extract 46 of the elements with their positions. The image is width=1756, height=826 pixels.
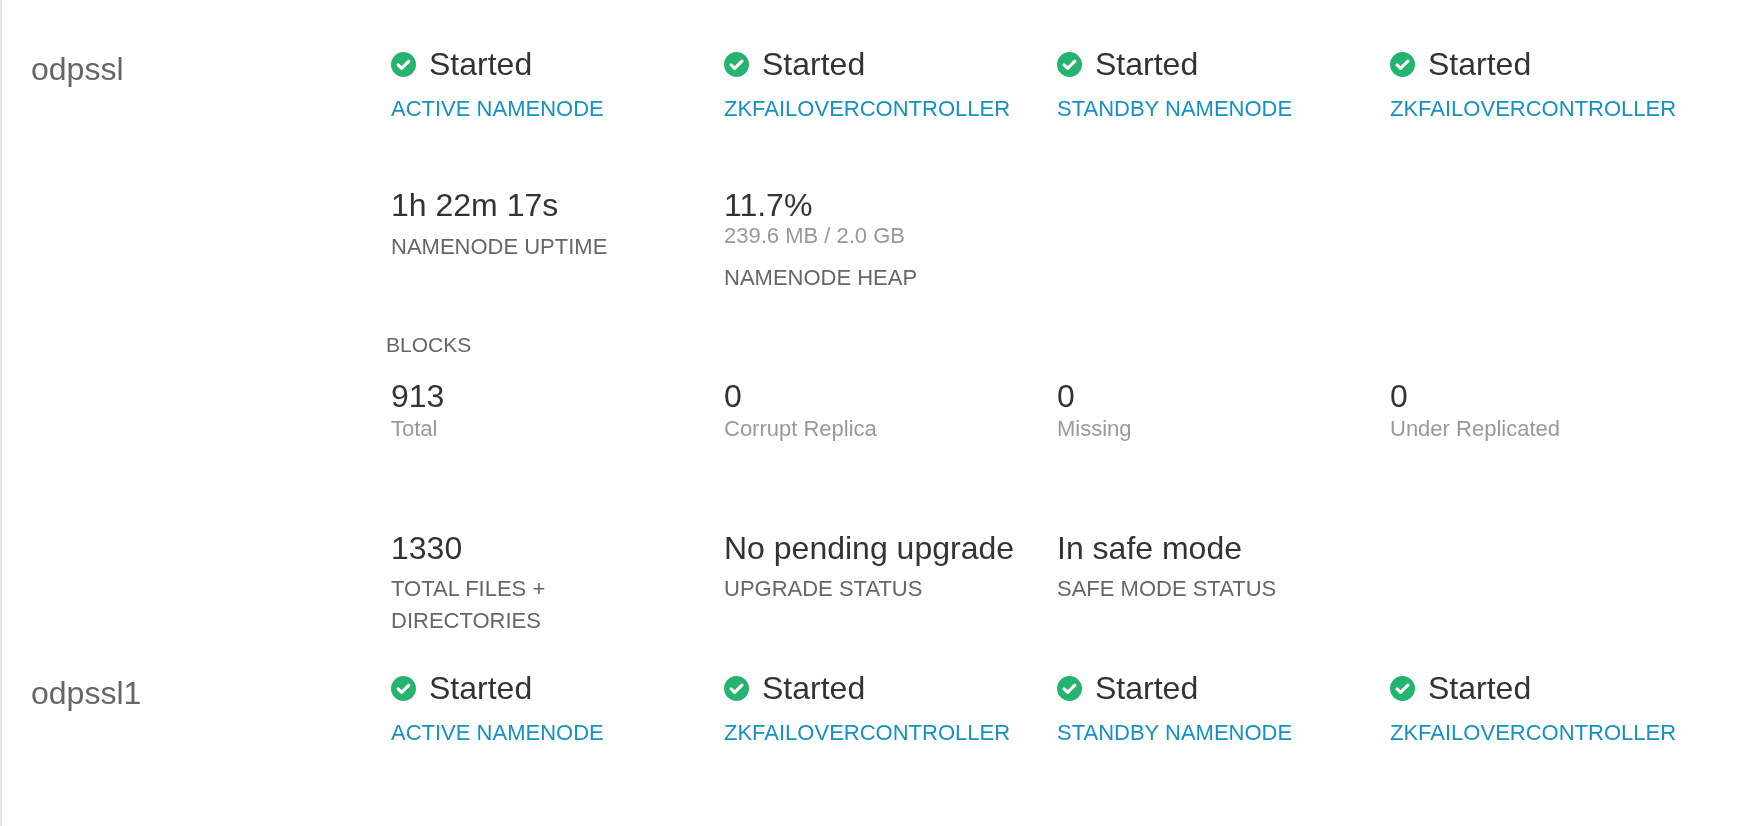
summary-label: UPGRADE STATUS	[724, 575, 923, 603]
host-name: odpssl1	[31, 675, 142, 711]
check-circle-icon	[1390, 51, 1415, 77]
metric-value: 1h 22m 17s	[391, 187, 559, 223]
check-circle-icon	[724, 675, 749, 701]
status-text: Started	[762, 669, 866, 708]
check-circle-icon	[391, 675, 416, 701]
component-link[interactable]: ACTIVE NAMENODE	[391, 719, 604, 747]
block-label: Total	[391, 416, 438, 442]
block-label: Corrupt Replica	[724, 416, 877, 442]
component-link[interactable]: ZKFAILOVERCONTROLLER	[724, 95, 1011, 123]
check-circle-icon	[391, 51, 416, 77]
metric-label: NAMENODE UPTIME	[391, 233, 608, 261]
block-count: 0	[724, 378, 742, 414]
summary-value: In safe mode	[1057, 530, 1242, 566]
component-link[interactable]: ZKFAILOVERCONTROLLER	[1390, 95, 1677, 123]
block-label: Missing	[1057, 416, 1132, 442]
component-link[interactable]: STANDBY NAMENODE	[1057, 95, 1293, 123]
block-count: 0	[1390, 378, 1408, 414]
block-count: 913	[391, 378, 445, 414]
status-text: Started	[1428, 669, 1532, 708]
summary-value: 1330	[391, 530, 463, 566]
status-text: Started	[1428, 45, 1532, 84]
check-circle-icon	[1390, 675, 1415, 701]
component-link[interactable]: ZKFAILOVERCONTROLLER	[724, 719, 1011, 747]
status-text: Started	[1095, 45, 1199, 84]
component-link[interactable]: ACTIVE NAMENODE	[391, 95, 604, 123]
check-circle-icon	[1057, 675, 1082, 701]
summary-value: No pending upgrade	[724, 530, 1014, 566]
summary-label: TOTAL FILES + DIRECTORIES	[391, 575, 547, 635]
status-text: Started	[429, 45, 533, 84]
metric-value: 11.7%	[724, 187, 813, 223]
status-text: Started	[429, 669, 533, 708]
check-circle-icon	[1057, 51, 1082, 77]
host-name: odpssl	[31, 51, 124, 87]
component-link[interactable]: ZKFAILOVERCONTROLLER	[1390, 719, 1677, 747]
block-count: 0	[1057, 378, 1075, 414]
metric-label: NAMENODE HEAP	[724, 264, 918, 292]
component-link[interactable]: STANDBY NAMENODE	[1057, 719, 1293, 747]
check-circle-icon	[724, 51, 749, 77]
section-title: BLOCKS	[386, 332, 472, 358]
status-text: Started	[762, 45, 866, 84]
metric-detail: 239.6 MB / 2.0 GB	[724, 223, 905, 249]
status-text: Started	[1095, 669, 1199, 708]
summary-label: SAFE MODE STATUS	[1057, 575, 1277, 603]
block-label: Under Replicated	[1390, 416, 1560, 442]
